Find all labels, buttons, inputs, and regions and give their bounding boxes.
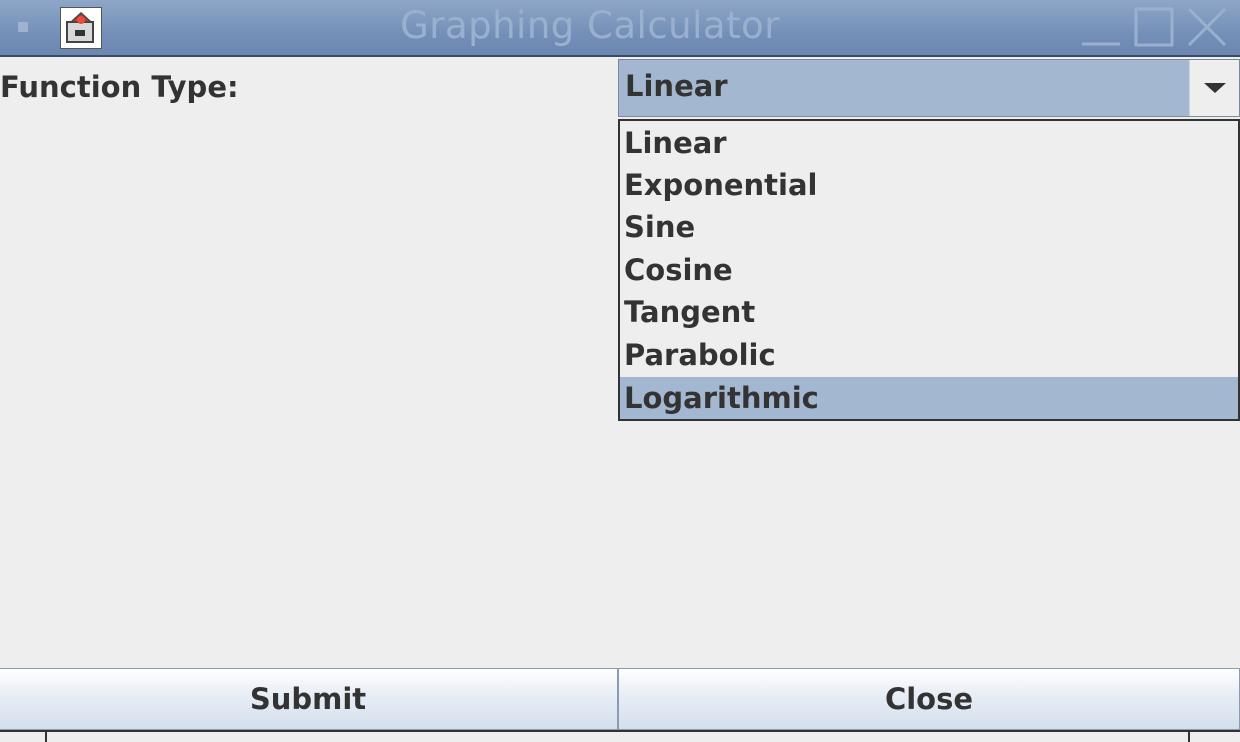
minimize-button[interactable] xyxy=(1080,6,1122,48)
bottom-panel-edge xyxy=(0,730,1240,742)
function-type-dropdown-list: Linear Exponential Sine Cosine Tangent P… xyxy=(618,119,1240,421)
panel-divider xyxy=(1188,732,1190,742)
maximize-button[interactable] xyxy=(1133,6,1175,48)
function-type-selected-value: Linear xyxy=(625,69,728,103)
chevron-down-icon xyxy=(1204,83,1226,93)
dropdown-option-linear[interactable]: Linear xyxy=(620,122,1238,164)
submit-button[interactable]: Submit xyxy=(0,668,618,730)
minimize-icon xyxy=(1082,42,1120,46)
panel-divider xyxy=(45,732,47,742)
close-icon xyxy=(1187,7,1227,47)
function-type-select[interactable]: Linear xyxy=(618,59,1240,117)
dropdown-option-exponential[interactable]: Exponential xyxy=(620,164,1238,206)
graphing-calculator-window: Graphing Calculator Function Type: Linea… xyxy=(0,0,1240,742)
dropdown-option-parabolic[interactable]: Parabolic xyxy=(620,334,1238,376)
dropdown-option-tangent[interactable]: Tangent xyxy=(620,291,1238,333)
function-type-dropdown-button[interactable] xyxy=(1189,60,1239,116)
close-button[interactable]: Close xyxy=(618,668,1240,730)
dropdown-option-logarithmic[interactable]: Logarithmic xyxy=(620,377,1238,419)
close-window-button[interactable] xyxy=(1186,6,1228,48)
window-title: Graphing Calculator xyxy=(400,4,780,47)
maximize-icon xyxy=(1134,7,1174,47)
title-bar[interactable]: Graphing Calculator xyxy=(0,0,1240,57)
dropdown-option-cosine[interactable]: Cosine xyxy=(620,249,1238,291)
dropdown-option-sine[interactable]: Sine xyxy=(620,206,1238,248)
function-type-label: Function Type: xyxy=(0,70,239,104)
